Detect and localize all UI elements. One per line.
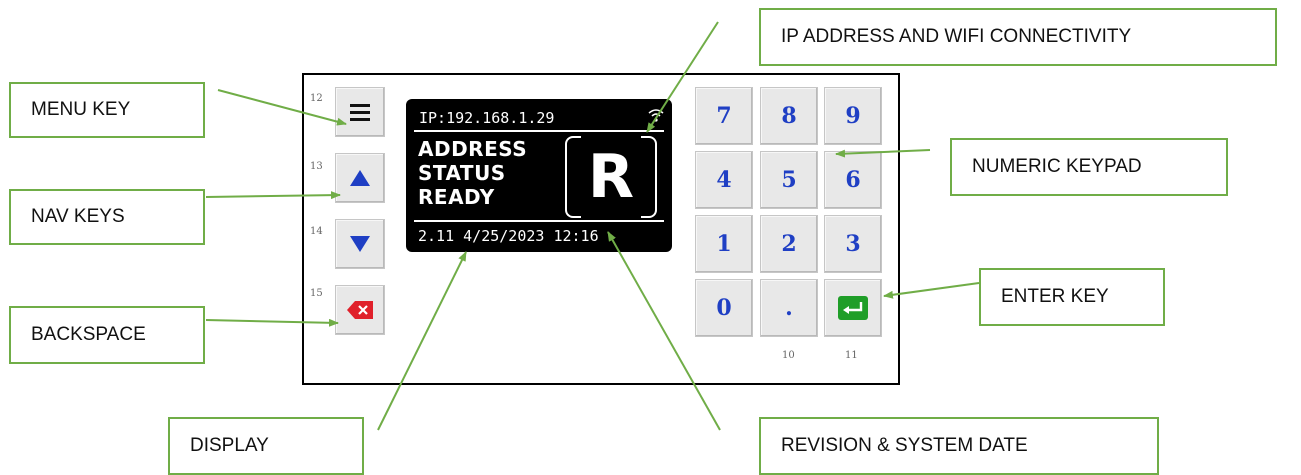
arrow-backspace (205, 318, 339, 327)
callout-arrows (205, 21, 980, 431)
arrow-enter-key (883, 282, 980, 299)
arrow-menu-key (217, 89, 347, 126)
arrow-ip-wifi (646, 21, 719, 133)
arrow-display (377, 251, 467, 431)
arrow-revision-date (607, 231, 721, 431)
arrow-numeric-keypad (835, 149, 931, 158)
arrow-nav-keys (205, 191, 341, 200)
